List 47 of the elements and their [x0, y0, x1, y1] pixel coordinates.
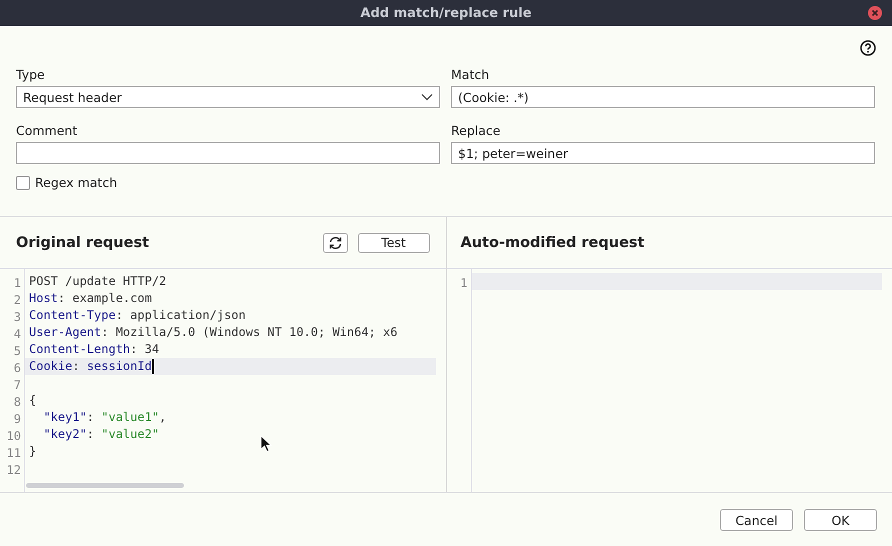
line-number: 1	[459, 275, 468, 290]
test-button[interactable]: Test	[358, 232, 430, 252]
field-label: Type	[16, 66, 46, 84]
line-number: 11	[6, 445, 22, 460]
line-number: 7	[12, 377, 22, 392]
line-number: 12	[6, 462, 22, 477]
code-line: Content-Type: application/json	[28, 307, 246, 324]
code-line: POST /update HTTP/2	[28, 273, 166, 290]
field-label: Comment	[16, 122, 78, 140]
line-number: 3	[12, 309, 22, 324]
checkbox[interactable]	[16, 176, 30, 190]
code-line: "key1": "value1",	[42, 409, 166, 426]
code-line: Host: example.com	[28, 290, 152, 307]
line-number: 2	[12, 292, 22, 307]
refresh-button[interactable]	[322, 232, 348, 252]
line-number: 4	[12, 326, 22, 341]
help-icon[interactable]	[860, 40, 876, 56]
field-label: Replace	[451, 122, 502, 140]
window-title: Add match/replace rule	[360, 6, 532, 20]
dialog-button[interactable]: Cancel	[720, 509, 793, 531]
panel-title: Original request	[16, 234, 150, 250]
line-number: 8	[12, 394, 22, 409]
close-icon[interactable]	[868, 6, 882, 20]
line-number: 9	[12, 411, 22, 426]
text-caret	[152, 359, 154, 374]
code-line: Cookie: sessionId	[28, 358, 154, 375]
scrollbar-thumb[interactable]	[26, 483, 184, 488]
replace-field[interactable]: $1; peter=weiner	[451, 142, 875, 164]
match-field[interactable]: (Cookie: .*)	[451, 86, 875, 108]
chevron-down-icon	[421, 93, 433, 101]
line-number: 10	[6, 428, 22, 443]
line-number: 5	[12, 343, 22, 358]
panel-title: Auto-modified request	[460, 234, 646, 250]
code-line: User-Agent: Mozilla/5.0 (Windows NT 10.0; Win64; x6	[28, 324, 398, 341]
checkbox-label: Regex match	[35, 175, 118, 190]
refresh-icon	[328, 236, 342, 250]
mouse-pointer-icon	[260, 435, 272, 453]
line-number: 6	[12, 360, 22, 375]
code-line: "key2": "value2"	[42, 426, 160, 443]
code-line: {	[28, 392, 36, 409]
field-label: Match	[451, 66, 490, 84]
comment-field[interactable]	[16, 142, 440, 164]
code-line: }	[28, 443, 36, 460]
line-number: 1	[12, 275, 22, 290]
dialog-button[interactable]: OK	[804, 509, 877, 531]
code-line: Content-Length: 34	[28, 341, 160, 358]
type-dropdown[interactable]: Request header	[16, 86, 440, 108]
